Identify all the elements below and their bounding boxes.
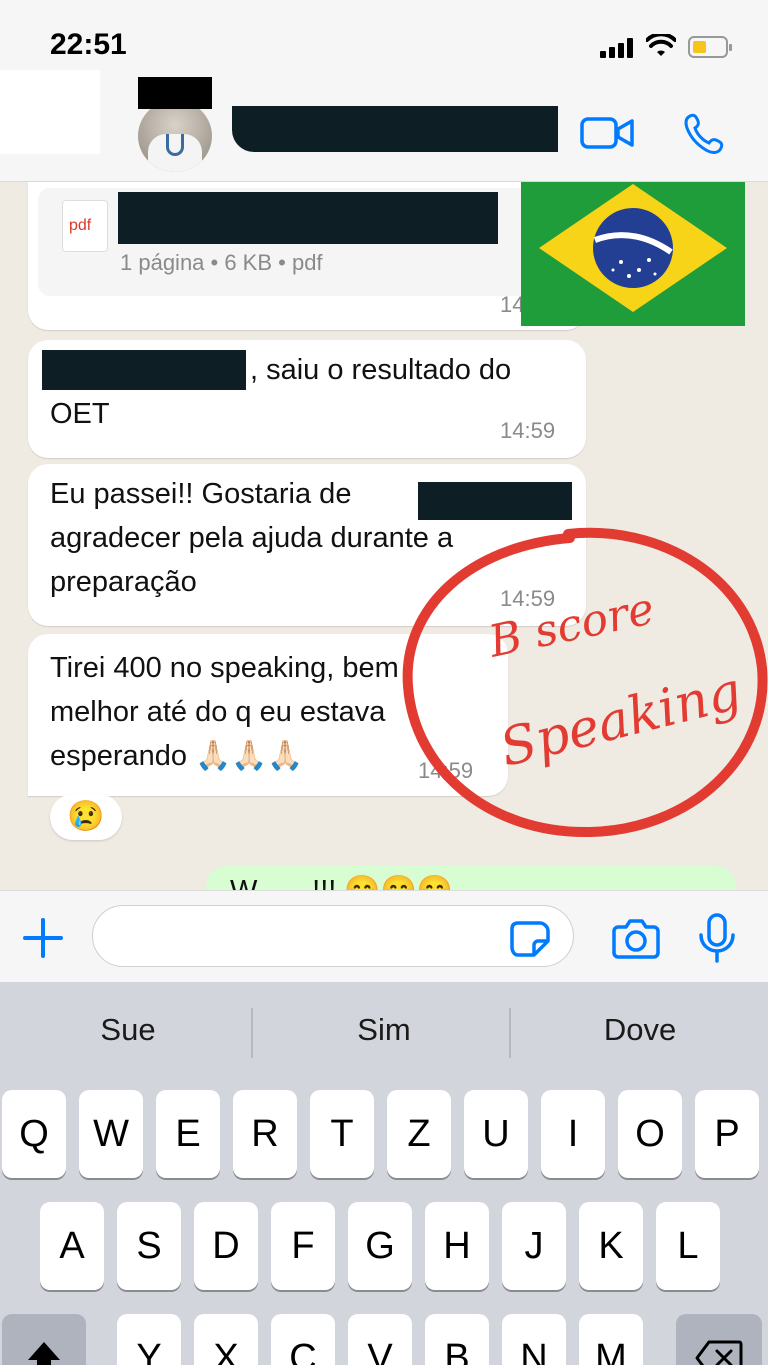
redaction-bar xyxy=(418,482,572,520)
redaction-bar xyxy=(138,77,212,109)
key[interactable]: J xyxy=(502,1202,566,1290)
phone-icon[interactable] xyxy=(682,112,726,156)
key[interactable]: C xyxy=(271,1314,335,1365)
back-button-area[interactable] xyxy=(0,70,100,154)
avatar[interactable] xyxy=(138,100,212,172)
key[interactable]: W xyxy=(79,1090,143,1178)
key[interactable]: H xyxy=(425,1202,489,1290)
shift-icon xyxy=(28,1342,60,1365)
key[interactable]: K xyxy=(579,1202,643,1290)
keyboard-suggestions: Sue Sim Dove xyxy=(0,982,768,1082)
key[interactable]: I xyxy=(541,1090,605,1178)
message-text-line: melhor até do q eu estava xyxy=(50,696,386,728)
message-bubble[interactable]: , saiu o resultado do OET 14:59 xyxy=(28,340,586,458)
contact-name-redacted[interactable] xyxy=(232,106,558,152)
key[interactable]: M xyxy=(579,1314,643,1365)
status-time: 22:51 xyxy=(50,28,127,61)
key[interactable]: Q xyxy=(2,1090,66,1178)
camera-icon[interactable] xyxy=(612,917,660,959)
pdf-file-icon: pdf xyxy=(62,200,108,252)
status-bar: 22:51 xyxy=(0,0,768,70)
chat-area: pdf 1 página • 6 KB • pdf 14 , saiu o re… xyxy=(0,182,768,890)
message-input[interactable] xyxy=(92,905,574,967)
outgoing-message-bubble[interactable]: W... ...!!! 😊😊😊 xyxy=(206,866,736,890)
document-message[interactable]: pdf 1 página • 6 KB • pdf 14 xyxy=(28,182,586,330)
key[interactable]: T xyxy=(310,1090,374,1178)
key[interactable]: U xyxy=(464,1090,528,1178)
key[interactable]: S xyxy=(117,1202,181,1290)
key[interactable]: L xyxy=(656,1202,720,1290)
key[interactable]: X xyxy=(194,1314,258,1365)
message-text-line: Eu passei!! Gostaria de xyxy=(50,478,352,510)
document-card[interactable]: pdf 1 página • 6 KB • pdf xyxy=(38,188,576,296)
signal-icon xyxy=(600,38,636,58)
key[interactable]: Z xyxy=(387,1090,451,1178)
plus-icon[interactable] xyxy=(22,917,64,959)
brazil-flag-icon xyxy=(521,182,745,326)
key[interactable]: G xyxy=(348,1202,412,1290)
key[interactable]: P xyxy=(695,1090,759,1178)
wifi-icon xyxy=(646,34,676,56)
shift-key[interactable] xyxy=(2,1314,86,1365)
message-text-line: preparação xyxy=(50,566,197,598)
document-name-redacted xyxy=(118,192,498,244)
key[interactable]: R xyxy=(233,1090,297,1178)
suggestion-item[interactable]: Sue xyxy=(0,1012,256,1048)
message-text-line: Tirei 400 no speaking, bem xyxy=(50,652,399,684)
outgoing-message-text: W... ...!!! 😊😊😊 xyxy=(230,874,453,890)
backspace-key[interactable] xyxy=(676,1314,762,1365)
suggestion-item[interactable]: Dove xyxy=(512,1012,768,1048)
document-meta: 1 página • 6 KB • pdf xyxy=(120,250,323,275)
key[interactable]: V xyxy=(348,1314,412,1365)
video-camera-icon[interactable] xyxy=(580,115,634,151)
message-text-line: esperando 🙏🏻🙏🏻🙏🏻 xyxy=(50,740,304,772)
suggestion-item[interactable]: Sim xyxy=(256,1012,512,1048)
key[interactable]: O xyxy=(618,1090,682,1178)
reaction-badge[interactable]: 😢 xyxy=(50,794,122,840)
chat-header xyxy=(0,70,768,182)
message-time: 14:59 xyxy=(500,418,556,443)
backspace-icon xyxy=(695,1340,743,1365)
key[interactable]: N xyxy=(502,1314,566,1365)
message-text-line: agradecer pela ajuda durante a xyxy=(50,522,454,554)
keyboard: Sue Sim Dove Q W E R T Z U I O P A S D F… xyxy=(0,982,768,1365)
message-input-bar xyxy=(0,890,768,982)
key[interactable]: E xyxy=(156,1090,220,1178)
key[interactable]: Y xyxy=(117,1314,181,1365)
message-text: , saiu o resultado do OET xyxy=(50,354,512,430)
microphone-icon[interactable] xyxy=(697,913,737,963)
key[interactable]: F xyxy=(271,1202,335,1290)
key[interactable]: B xyxy=(425,1314,489,1365)
key[interactable]: D xyxy=(194,1202,258,1290)
key[interactable]: A xyxy=(40,1202,104,1290)
battery-icon xyxy=(688,36,732,58)
sticker-icon[interactable] xyxy=(510,921,550,957)
